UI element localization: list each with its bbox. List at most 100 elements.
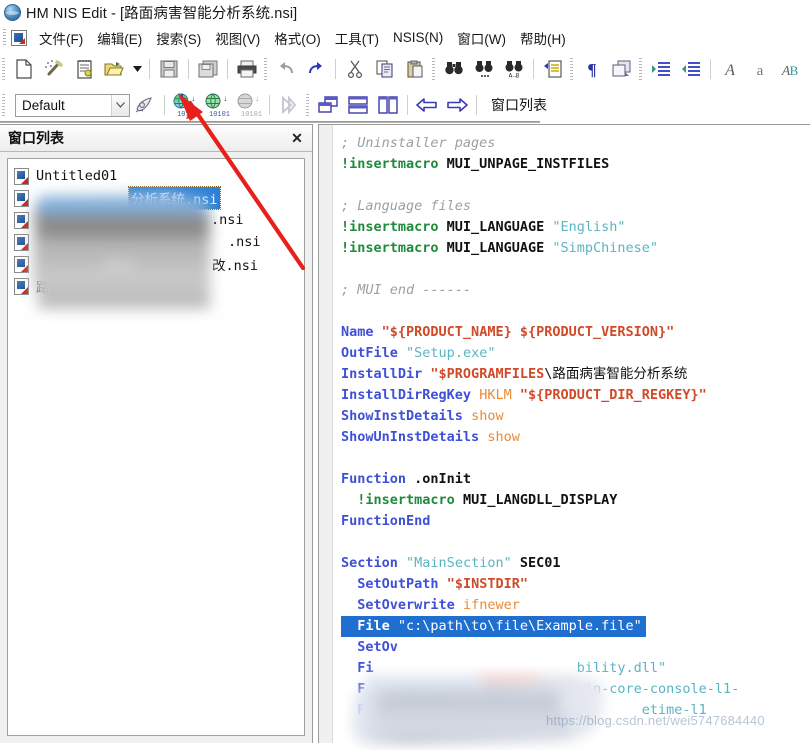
code-line[interactable]: ; Uninstaller pages bbox=[341, 133, 810, 154]
menu-item-file[interactable]: 文件(F) bbox=[32, 25, 90, 51]
list-item[interactable]: .nsi bbox=[8, 209, 304, 231]
code-line[interactable] bbox=[341, 448, 810, 469]
code-line[interactable]: ShowUnInstDetails show bbox=[341, 427, 810, 448]
compile-test-icon[interactable]: ↓ 10101 bbox=[234, 91, 264, 119]
redo-icon[interactable] bbox=[302, 55, 330, 83]
duplicate-window-icon[interactable] bbox=[608, 55, 636, 83]
find-icon[interactable] bbox=[440, 55, 468, 83]
new-script-icon[interactable] bbox=[70, 55, 98, 83]
menubar-grip[interactable] bbox=[3, 28, 6, 47]
code-token: Fi bbox=[357, 660, 374, 676]
list-item[interactable]: 路面.nsi bbox=[8, 275, 304, 297]
toolbar-grip-4[interactable] bbox=[570, 58, 573, 80]
close-icon[interactable]: ✕ bbox=[288, 129, 306, 147]
menu-bar: 文件(F) 编辑(E) 搜索(S) 视图(V) 格式(O) 工具(T) NSIS… bbox=[0, 24, 810, 51]
invert-case-icon[interactable]: AB bbox=[776, 55, 804, 83]
toolbar-grip-3[interactable] bbox=[432, 58, 435, 80]
code-line[interactable]: SetOv bbox=[341, 637, 810, 658]
menu-item-edit[interactable]: 编辑(E) bbox=[90, 25, 149, 51]
code-token: Name bbox=[341, 324, 374, 340]
code-line[interactable]: Section "MainSection" SEC01 bbox=[341, 553, 810, 574]
menu-item-tools[interactable]: 工具(T) bbox=[328, 25, 386, 51]
code-line[interactable]: !insertmacro MUI_UNPAGE_INSTFILES bbox=[341, 154, 810, 175]
code-line[interactable]: ShowInstDetails show bbox=[341, 406, 810, 427]
code-line-selected[interactable]: File "c:\path\to\file\Example.file" bbox=[341, 616, 646, 637]
code-editor[interactable]: ; Uninstaller pages !insertmacro MUI_UNPA… bbox=[318, 124, 810, 746]
paste-icon[interactable] bbox=[401, 55, 429, 83]
quote-icon[interactable]: "c" bbox=[806, 55, 810, 83]
code-line[interactable] bbox=[341, 259, 810, 280]
tile-vertical-icon[interactable] bbox=[374, 91, 402, 119]
lowercase-icon[interactable]: a bbox=[746, 55, 774, 83]
window-list-body[interactable]: Untitled01 分析系统.nsi .nsi .nsi 改.nsi 路面.n… bbox=[7, 158, 305, 736]
toolbar2-grip-2[interactable] bbox=[306, 94, 309, 116]
open-file-icon[interactable] bbox=[100, 55, 128, 83]
indent-right-icon[interactable] bbox=[647, 55, 675, 83]
code-line[interactable]: !insertmacro MUI_LANGUAGE "English" bbox=[341, 217, 810, 238]
goto-page-icon[interactable] bbox=[539, 55, 567, 83]
code-line[interactable] bbox=[341, 532, 810, 553]
arrow-left-icon[interactable] bbox=[413, 91, 441, 119]
menu-item-view[interactable]: 视图(V) bbox=[208, 25, 267, 51]
chevron-down-icon[interactable] bbox=[111, 94, 129, 116]
print-icon[interactable] bbox=[233, 55, 261, 83]
code-line[interactable]: Fi bility.dll" bbox=[341, 658, 810, 679]
cascade-windows-icon[interactable] bbox=[314, 91, 342, 119]
save-all-icon[interactable] bbox=[194, 55, 222, 83]
toolbar-grip-5[interactable] bbox=[639, 58, 642, 80]
code-line[interactable] bbox=[341, 301, 810, 322]
code-line[interactable]: FunctionEnd bbox=[341, 511, 810, 532]
list-item[interactable]: Untitled01 bbox=[8, 165, 304, 187]
code-line[interactable]: SetOverwrite ifnewer bbox=[341, 595, 810, 616]
menu-item-format[interactable]: 格式(O) bbox=[267, 25, 328, 51]
list-item[interactable]: 改.nsi bbox=[8, 253, 304, 275]
uppercase-icon[interactable]: A bbox=[716, 55, 744, 83]
window-list-button[interactable]: 窗口列表 bbox=[485, 93, 553, 117]
compile-icon[interactable]: ↓ 10101 bbox=[170, 91, 200, 119]
code-line[interactable]: Name "${PRODUCT_NAME} ${PRODUCT_VERSION}… bbox=[341, 322, 810, 343]
style-combo[interactable]: Default bbox=[15, 93, 130, 117]
indent-left-icon[interactable] bbox=[677, 55, 705, 83]
list-item[interactable]: 分析系统.nsi bbox=[8, 186, 304, 210]
copy-icon[interactable] bbox=[371, 55, 399, 83]
save-icon[interactable] bbox=[155, 55, 183, 83]
arrow-right-icon[interactable] bbox=[443, 91, 471, 119]
undo-icon[interactable] bbox=[272, 55, 300, 83]
code-line[interactable]: SetOutPath "$INSTDIR" bbox=[341, 574, 810, 595]
toolbar-grip-2[interactable] bbox=[264, 58, 267, 80]
tile-horizontal-icon[interactable] bbox=[344, 91, 372, 119]
find-next-icon[interactable] bbox=[470, 55, 498, 83]
code-line[interactable]: ; Language files bbox=[341, 196, 810, 217]
compile-run-icon[interactable]: ↓ 10101 bbox=[202, 91, 232, 119]
replace-icon[interactable]: A→B bbox=[500, 55, 528, 83]
code-line[interactable]: InstallDir "$PROGRAMFILES\路面病害智能分析系统 bbox=[341, 364, 810, 385]
window-list-title: 窗口列表 bbox=[8, 130, 64, 146]
menu-item-search[interactable]: 搜索(S) bbox=[149, 25, 208, 51]
list-item[interactable]: .nsi bbox=[8, 231, 304, 253]
new-wizard-icon[interactable] bbox=[40, 55, 68, 83]
code-line[interactable]: Function .onInit bbox=[341, 469, 810, 490]
code-line[interactable] bbox=[341, 175, 810, 196]
toolbar-grip-1[interactable] bbox=[2, 58, 5, 80]
code-line[interactable]: !insertmacro MUI_LANGDLL_DISPLAY bbox=[341, 490, 810, 511]
new-file-icon[interactable] bbox=[10, 55, 38, 83]
menu-item-window[interactable]: 窗口(W) bbox=[450, 25, 513, 51]
run-icon[interactable] bbox=[275, 91, 303, 119]
code-line[interactable]: OutFile "Setup.exe" bbox=[341, 343, 810, 364]
script-settings-icon[interactable] bbox=[131, 91, 159, 119]
code-line[interactable]: InstallDirRegKey HKLM "${PRODUCT_DIR_REG… bbox=[341, 385, 810, 406]
code-content[interactable]: ; Uninstaller pages !insertmacro MUI_UNPA… bbox=[341, 133, 810, 743]
window-list-header: 窗口列表 ✕ bbox=[0, 125, 312, 152]
code-token: !insertmacro bbox=[341, 219, 439, 235]
pilcrow-icon[interactable]: ¶ bbox=[578, 55, 606, 83]
menu-item-help[interactable]: 帮助(H) bbox=[513, 25, 573, 51]
open-dropdown-icon[interactable] bbox=[130, 55, 144, 83]
toolbar2-grip-1[interactable] bbox=[2, 94, 5, 116]
code-line[interactable]: !insertmacro MUI_LANGUAGE "SimpChinese" bbox=[341, 238, 810, 259]
code-line[interactable]: F win-core-console-l1- bbox=[341, 679, 810, 700]
code-line[interactable]: ; MUI end ------ bbox=[341, 280, 810, 301]
code-line[interactable]: File etime-l1 bbox=[341, 700, 810, 721]
menu-item-nsis[interactable]: NSIS(N) bbox=[386, 27, 450, 48]
cut-icon[interactable] bbox=[341, 55, 369, 83]
